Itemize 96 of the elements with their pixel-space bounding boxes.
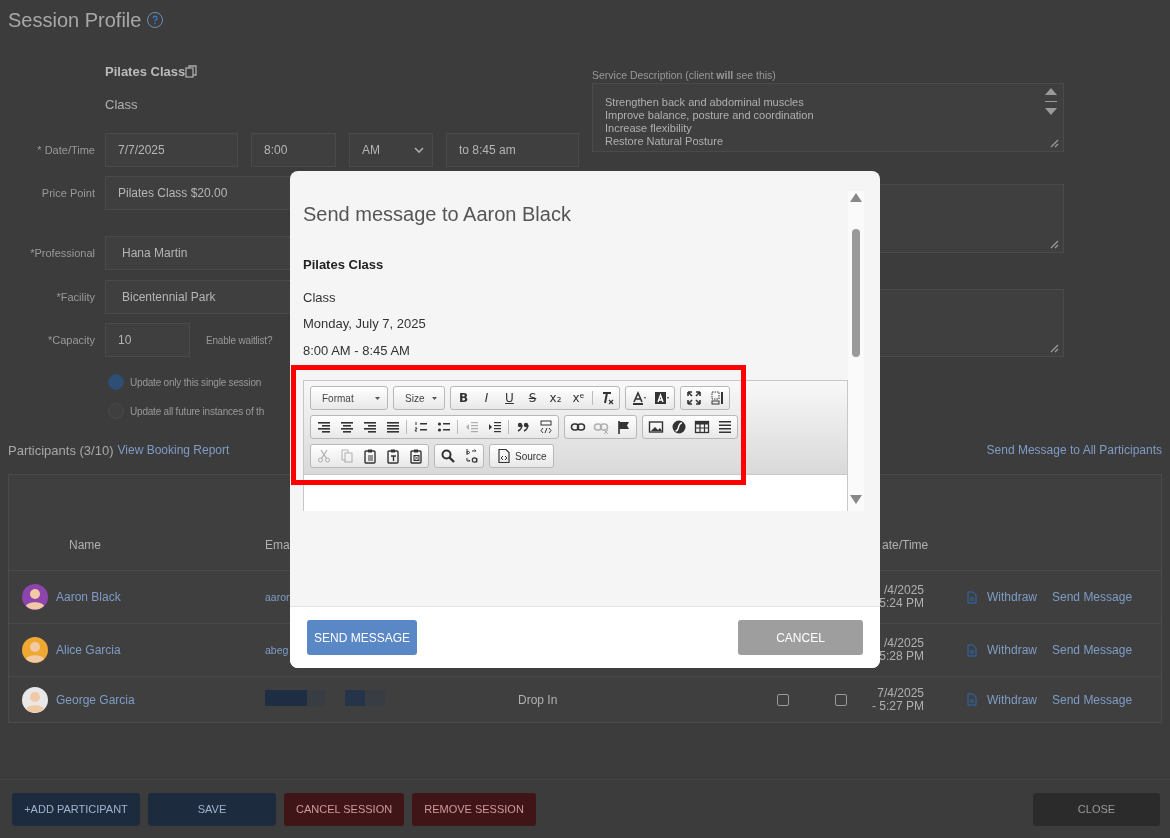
checkbox[interactable] <box>835 693 847 706</box>
capacity-field[interactable]: 10 <box>105 323 190 357</box>
booking-date: /4/2025 5:28 PM <box>878 637 924 663</box>
format-button[interactable]: U <box>498 388 521 408</box>
format-button[interactable]: xᵉ <box>567 388 590 408</box>
column-header: ate/Time <box>882 538 929 552</box>
format-button[interactable]: x₂ <box>544 388 567 408</box>
image-icon <box>647 419 664 435</box>
message-all-link[interactable]: Send Message to All Participants <box>986 443 1162 457</box>
anchor-icon <box>615 419 632 435</box>
participant-name-link[interactable]: George Garcia <box>56 692 135 707</box>
format-button[interactable]: B <box>452 388 475 408</box>
dialog-title: Send message to Aaron Black <box>303 202 572 227</box>
booking-date: 7/4/2025 - 5:27 PM <box>870 686 924 713</box>
resize-grip-icon[interactable] <box>1050 240 1059 249</box>
scroll-down-icon[interactable] <box>850 495 862 504</box>
footer-button[interactable]: +ADD PARTICIPANT <box>12 792 140 826</box>
resize-grip-icon[interactable] <box>1050 139 1059 148</box>
copy-icon[interactable] <box>185 64 198 78</box>
maximize-icon <box>685 390 702 406</box>
footer-button[interactable]: REMOVE SESSION <box>412 792 536 826</box>
bg-color-icon <box>653 390 670 406</box>
field-label: * Date/Time <box>36 144 95 156</box>
cut-icon <box>315 448 332 464</box>
session-detail: 8:00 AM - 8:45 AM <box>303 342 411 360</box>
send-message-link[interactable]: Send Message <box>1052 643 1133 657</box>
session-name: Pilates Class <box>105 63 186 79</box>
description-field[interactable]: Strengthen back and abdominal muscles Improve balance, posture and coordination Increase flexibility Restore Natural Posture <box>592 83 1064 152</box>
footer-button[interactable]: CANCEL SESSION <box>284 792 405 826</box>
radio-label: Update only this single session <box>130 376 262 388</box>
numbered-list-icon <box>412 419 429 435</box>
cancel-button[interactable]: CANCEL <box>738 620 863 655</box>
source-button[interactable]: Source <box>491 446 552 466</box>
participant-name-link[interactable]: Alice Garcia <box>56 643 121 657</box>
copy-icon <box>338 448 355 464</box>
page-title: Session Profile <box>8 8 142 32</box>
format-button[interactable]: S <box>521 388 544 408</box>
meridiem-select[interactable]: AM <box>349 133 433 167</box>
source-icon <box>496 448 512 464</box>
send-message-link[interactable]: Send Message <box>1052 692 1133 707</box>
field-label: Service Description (client will see this) <box>592 69 777 83</box>
scroll-up-icon[interactable] <box>850 193 862 202</box>
footer-button[interactable]: SAVE <box>148 792 276 826</box>
paste-icon <box>361 448 378 464</box>
rule-icon <box>716 419 733 435</box>
paste-word-icon <box>407 448 424 464</box>
checkbox[interactable] <box>777 693 789 706</box>
div-icon <box>537 419 554 435</box>
text-color-icon <box>630 390 647 406</box>
chevron-icon <box>414 146 424 154</box>
session-name: Pilates Class <box>303 256 385 274</box>
field-label: Price Point <box>40 187 95 199</box>
booking-date: /4/2025 5:24 PM <box>878 584 924 610</box>
find-icon <box>439 448 456 464</box>
send-message-button[interactable]: SEND MESSAGE <box>307 620 417 655</box>
column-header: Name <box>69 538 102 552</box>
booking-type: Drop In <box>518 692 558 707</box>
field-label: *Capacity <box>46 334 95 346</box>
field-label: *Facility <box>55 291 95 303</box>
footer-button[interactable]: CLOSE <box>1033 792 1160 826</box>
end-time-field[interactable]: to 8:45 am <box>446 133 579 167</box>
withdraw-link[interactable]: Withdraw <box>987 590 1037 604</box>
session-detail: Monday, July 7, 2025 <box>303 315 427 333</box>
scroll-thumb[interactable] <box>852 229 860 357</box>
align-center-icon <box>338 419 355 435</box>
date-field[interactable]: 7/7/2025 <box>105 133 238 167</box>
time-field[interactable]: 8:00 <box>251 133 336 167</box>
align-right-icon <box>361 419 378 435</box>
send-message-link[interactable]: Send Message <box>1052 590 1133 604</box>
paste-text-icon <box>384 448 401 464</box>
dropdown[interactable]: Size <box>395 388 443 408</box>
flash-icon <box>670 419 687 435</box>
radio-label: Update all future instances of th <box>130 405 265 417</box>
radio-button[interactable] <box>108 374 124 390</box>
rich-text-editor[interactable]: Format Size B I U S x₂ xᵉ Source <box>303 380 848 511</box>
participant-name-link[interactable]: Aaron Black <box>56 590 121 604</box>
bulleted-list-icon <box>435 419 452 435</box>
table-icon <box>693 419 710 435</box>
session-type: Class <box>105 96 138 112</box>
caret-icon <box>432 396 437 400</box>
indent-icon <box>486 419 503 435</box>
withdraw-link[interactable]: Withdraw <box>987 643 1037 657</box>
field-label: *Professional <box>29 247 95 259</box>
waitlist-label: Enable waitlist? <box>206 334 273 346</box>
caret-icon <box>375 396 380 400</box>
blocks-icon <box>708 390 725 406</box>
participants-title: Participants (3/10) <box>8 442 114 458</box>
session-detail: Class <box>303 289 337 307</box>
scrollbar-track[interactable] <box>848 191 864 511</box>
email-link[interactable]: abeg <box>265 644 289 656</box>
justify-icon <box>384 419 401 435</box>
resize-grip-icon[interactable] <box>1050 344 1059 353</box>
dropdown[interactable]: Format <box>312 388 386 408</box>
withdraw-link[interactable]: Withdraw <box>987 692 1037 707</box>
booking-report-link[interactable]: View Booking Report <box>117 443 230 457</box>
format-button[interactable]: I <box>475 388 498 408</box>
